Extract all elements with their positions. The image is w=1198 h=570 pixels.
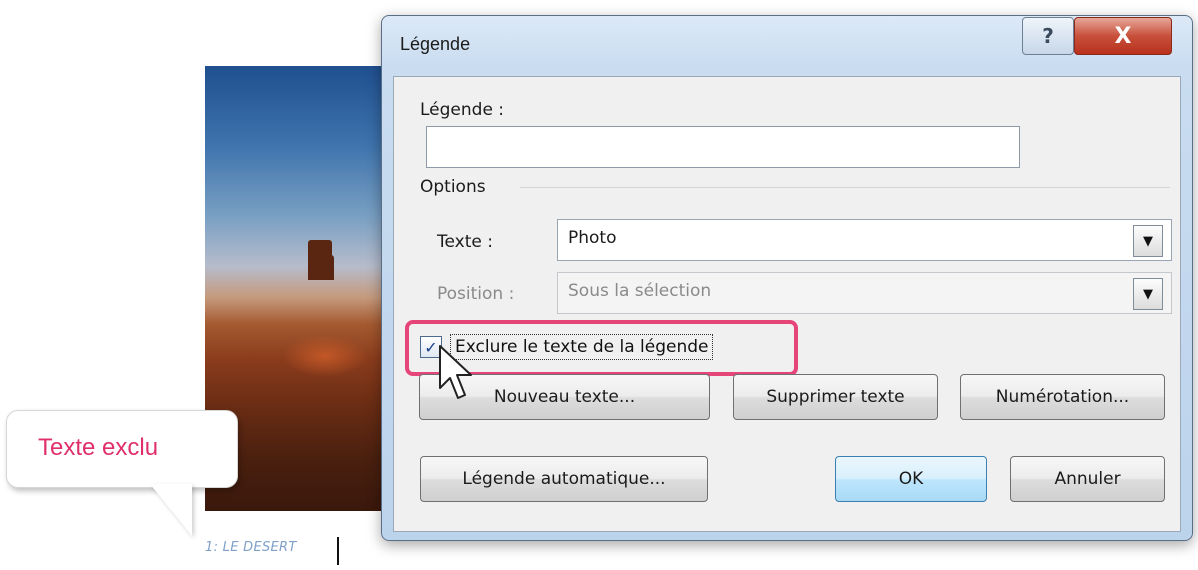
ok-button[interactable]: OK	[835, 456, 987, 502]
delete-label-button-text: Supprimer texte	[766, 387, 905, 407]
label-dropdown-label: Texte :	[437, 232, 493, 252]
options-group-label: Options	[420, 177, 486, 197]
label-dropdown-value: Photo	[568, 228, 617, 248]
cancel-button-text: Annuler	[1054, 469, 1121, 489]
new-label-button-text: Nouveau texte...	[493, 387, 636, 407]
delete-label-button[interactable]: Supprimer texte	[733, 374, 938, 420]
close-icon: X	[1114, 23, 1132, 49]
photo-butte-small	[326, 255, 334, 280]
caption-input[interactable]	[426, 126, 1020, 168]
help-button[interactable]: ?	[1022, 17, 1074, 55]
document-caption: 1: LE DESERT	[205, 540, 297, 555]
callout-tail	[150, 484, 192, 536]
help-icon: ?	[1042, 24, 1054, 48]
mouse-pointer-icon	[439, 345, 472, 399]
numbering-button-text: Numérotation...	[995, 387, 1130, 407]
position-dropdown-label: Position :	[437, 284, 515, 304]
ok-button-text: OK	[898, 469, 924, 489]
text-caret	[337, 537, 339, 565]
autocaption-button[interactable]: Légende automatique...	[420, 456, 708, 502]
caption-field-label: Légende :	[420, 100, 505, 120]
numbering-button[interactable]: Numérotation...	[960, 374, 1165, 420]
position-dropdown-value: Sous la sélection	[568, 281, 712, 301]
callout-text: Texte exclu	[38, 434, 159, 461]
chevron-down-icon: ▼	[1133, 278, 1163, 310]
label-dropdown[interactable]: Photo	[557, 219, 1172, 261]
options-divider	[520, 187, 1170, 188]
position-dropdown: Sous la sélection	[557, 272, 1172, 314]
close-button[interactable]: X	[1074, 17, 1172, 55]
autocaption-button-text: Légende automatique...	[462, 469, 666, 489]
dialog-title: Légende	[400, 34, 471, 54]
chevron-down-icon[interactable]: ▼	[1133, 225, 1163, 257]
cancel-button[interactable]: Annuler	[1010, 456, 1165, 502]
